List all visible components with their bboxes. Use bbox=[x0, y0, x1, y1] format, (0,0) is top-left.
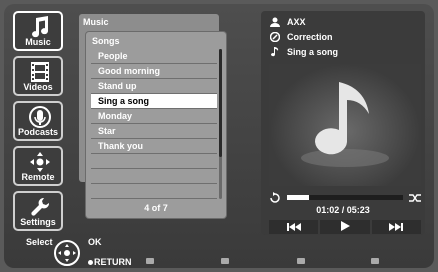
sidebar-item-settings[interactable]: Settings bbox=[13, 191, 63, 231]
album-line: Correction bbox=[269, 32, 333, 42]
sidebar-item-remote[interactable]: Remote bbox=[13, 146, 63, 186]
color-key-marker bbox=[146, 258, 154, 264]
disc-icon bbox=[269, 32, 281, 42]
list-item-selected[interactable]: Sing a song bbox=[91, 94, 217, 109]
help-select-label: Select bbox=[26, 237, 53, 247]
progress-fill bbox=[287, 195, 310, 200]
songs-panel: Songs People Good morning Stand up Sing … bbox=[86, 32, 226, 218]
artist-name: AXX bbox=[287, 17, 306, 27]
sidebar-item-podcasts[interactable]: Podcasts bbox=[13, 101, 63, 141]
sidebar-item-label: Remote bbox=[21, 172, 55, 182]
page-indicator: 4 of 7 bbox=[144, 203, 168, 213]
dpad-hint-icon bbox=[54, 240, 80, 266]
breadcrumb-current: Songs bbox=[92, 36, 120, 46]
skip-previous-icon bbox=[286, 218, 301, 236]
song-list: People Good morning Stand up Sing a song… bbox=[91, 49, 217, 199]
play-button[interactable] bbox=[320, 218, 370, 236]
list-item[interactable]: Good morning bbox=[91, 64, 217, 79]
music-note-small-icon bbox=[269, 47, 281, 57]
scrollbar[interactable] bbox=[219, 49, 222, 199]
previous-button[interactable] bbox=[269, 218, 319, 236]
skip-next-icon bbox=[389, 218, 404, 236]
song-line: Sing a song bbox=[269, 47, 338, 57]
help-return-hint: RETURN bbox=[88, 257, 132, 267]
help-ok-label: OK bbox=[88, 237, 102, 247]
help-return-label: RETURN bbox=[94, 257, 132, 267]
film-strip-icon bbox=[29, 61, 51, 83]
person-icon bbox=[269, 17, 281, 27]
color-key-marker bbox=[371, 258, 379, 264]
list-item[interactable]: Monday bbox=[91, 109, 217, 124]
sidebar-item-label: Podcasts bbox=[17, 127, 59, 137]
color-key-marker bbox=[297, 258, 305, 264]
empty-row bbox=[91, 184, 217, 199]
list-item[interactable]: Star bbox=[91, 124, 217, 139]
song-title: Sing a song bbox=[287, 47, 339, 57]
empty-row bbox=[91, 169, 217, 184]
sidebar-item-label: Music bbox=[25, 37, 51, 47]
scrollbar-thumb[interactable] bbox=[219, 49, 222, 157]
dpad-icon bbox=[29, 151, 51, 173]
empty-row bbox=[91, 154, 217, 169]
breadcrumb-root: Music bbox=[83, 17, 109, 27]
album-art bbox=[269, 64, 421, 186]
sidebar-item-music[interactable]: Music bbox=[13, 11, 63, 51]
play-icon bbox=[340, 218, 350, 236]
music-note-icon bbox=[29, 16, 51, 38]
now-playing-panel: AXX Correction Sing a song 01:02 / 05:23 bbox=[261, 11, 425, 235]
artist-line: AXX bbox=[269, 17, 306, 27]
wrench-icon bbox=[29, 196, 51, 218]
sidebar-item-videos[interactable]: Videos bbox=[13, 56, 63, 96]
list-item[interactable]: Stand up bbox=[91, 79, 217, 94]
microphone-icon bbox=[29, 106, 51, 128]
sidebar-item-label: Settings bbox=[20, 217, 56, 227]
color-key-marker bbox=[221, 258, 229, 264]
playback-time: 01:02 / 05:23 bbox=[316, 205, 370, 215]
list-item[interactable]: People bbox=[91, 49, 217, 64]
sidebar-item-label: Videos bbox=[23, 82, 53, 92]
playback-controls bbox=[269, 220, 421, 234]
next-button[interactable] bbox=[371, 218, 421, 236]
album-name: Correction bbox=[287, 32, 333, 42]
progress-bar[interactable] bbox=[287, 195, 403, 200]
progress-row bbox=[269, 191, 421, 203]
return-dot-icon bbox=[88, 260, 93, 266]
list-item[interactable]: Thank you bbox=[91, 139, 217, 154]
